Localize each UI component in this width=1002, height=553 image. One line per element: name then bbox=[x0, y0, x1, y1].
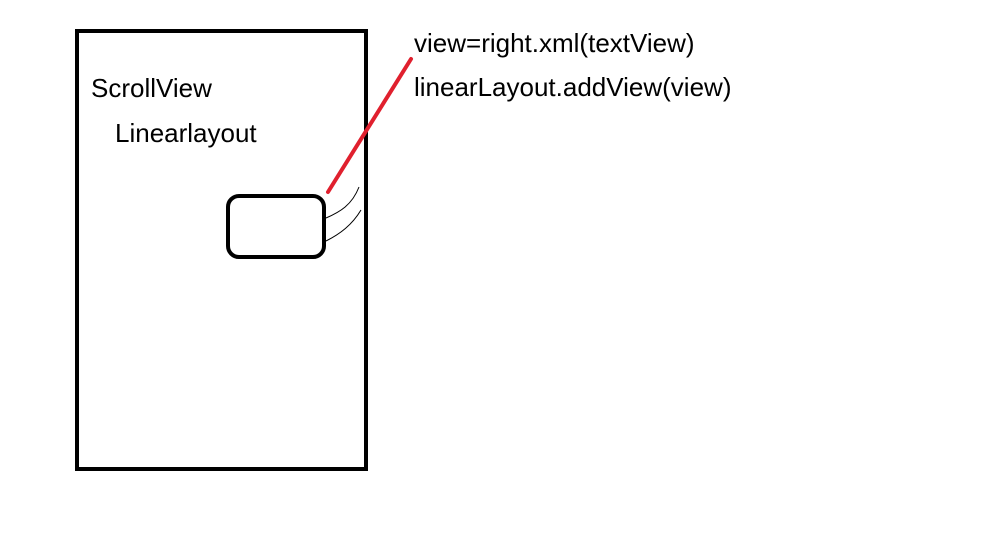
code-line-addview: linearLayout.addView(view) bbox=[414, 72, 732, 102]
linearlayout-label: Linearlayout bbox=[115, 118, 257, 148]
scrollview-label: ScrollView bbox=[91, 73, 212, 103]
code-line-inflate: view=right.xml(textView) bbox=[414, 28, 695, 58]
